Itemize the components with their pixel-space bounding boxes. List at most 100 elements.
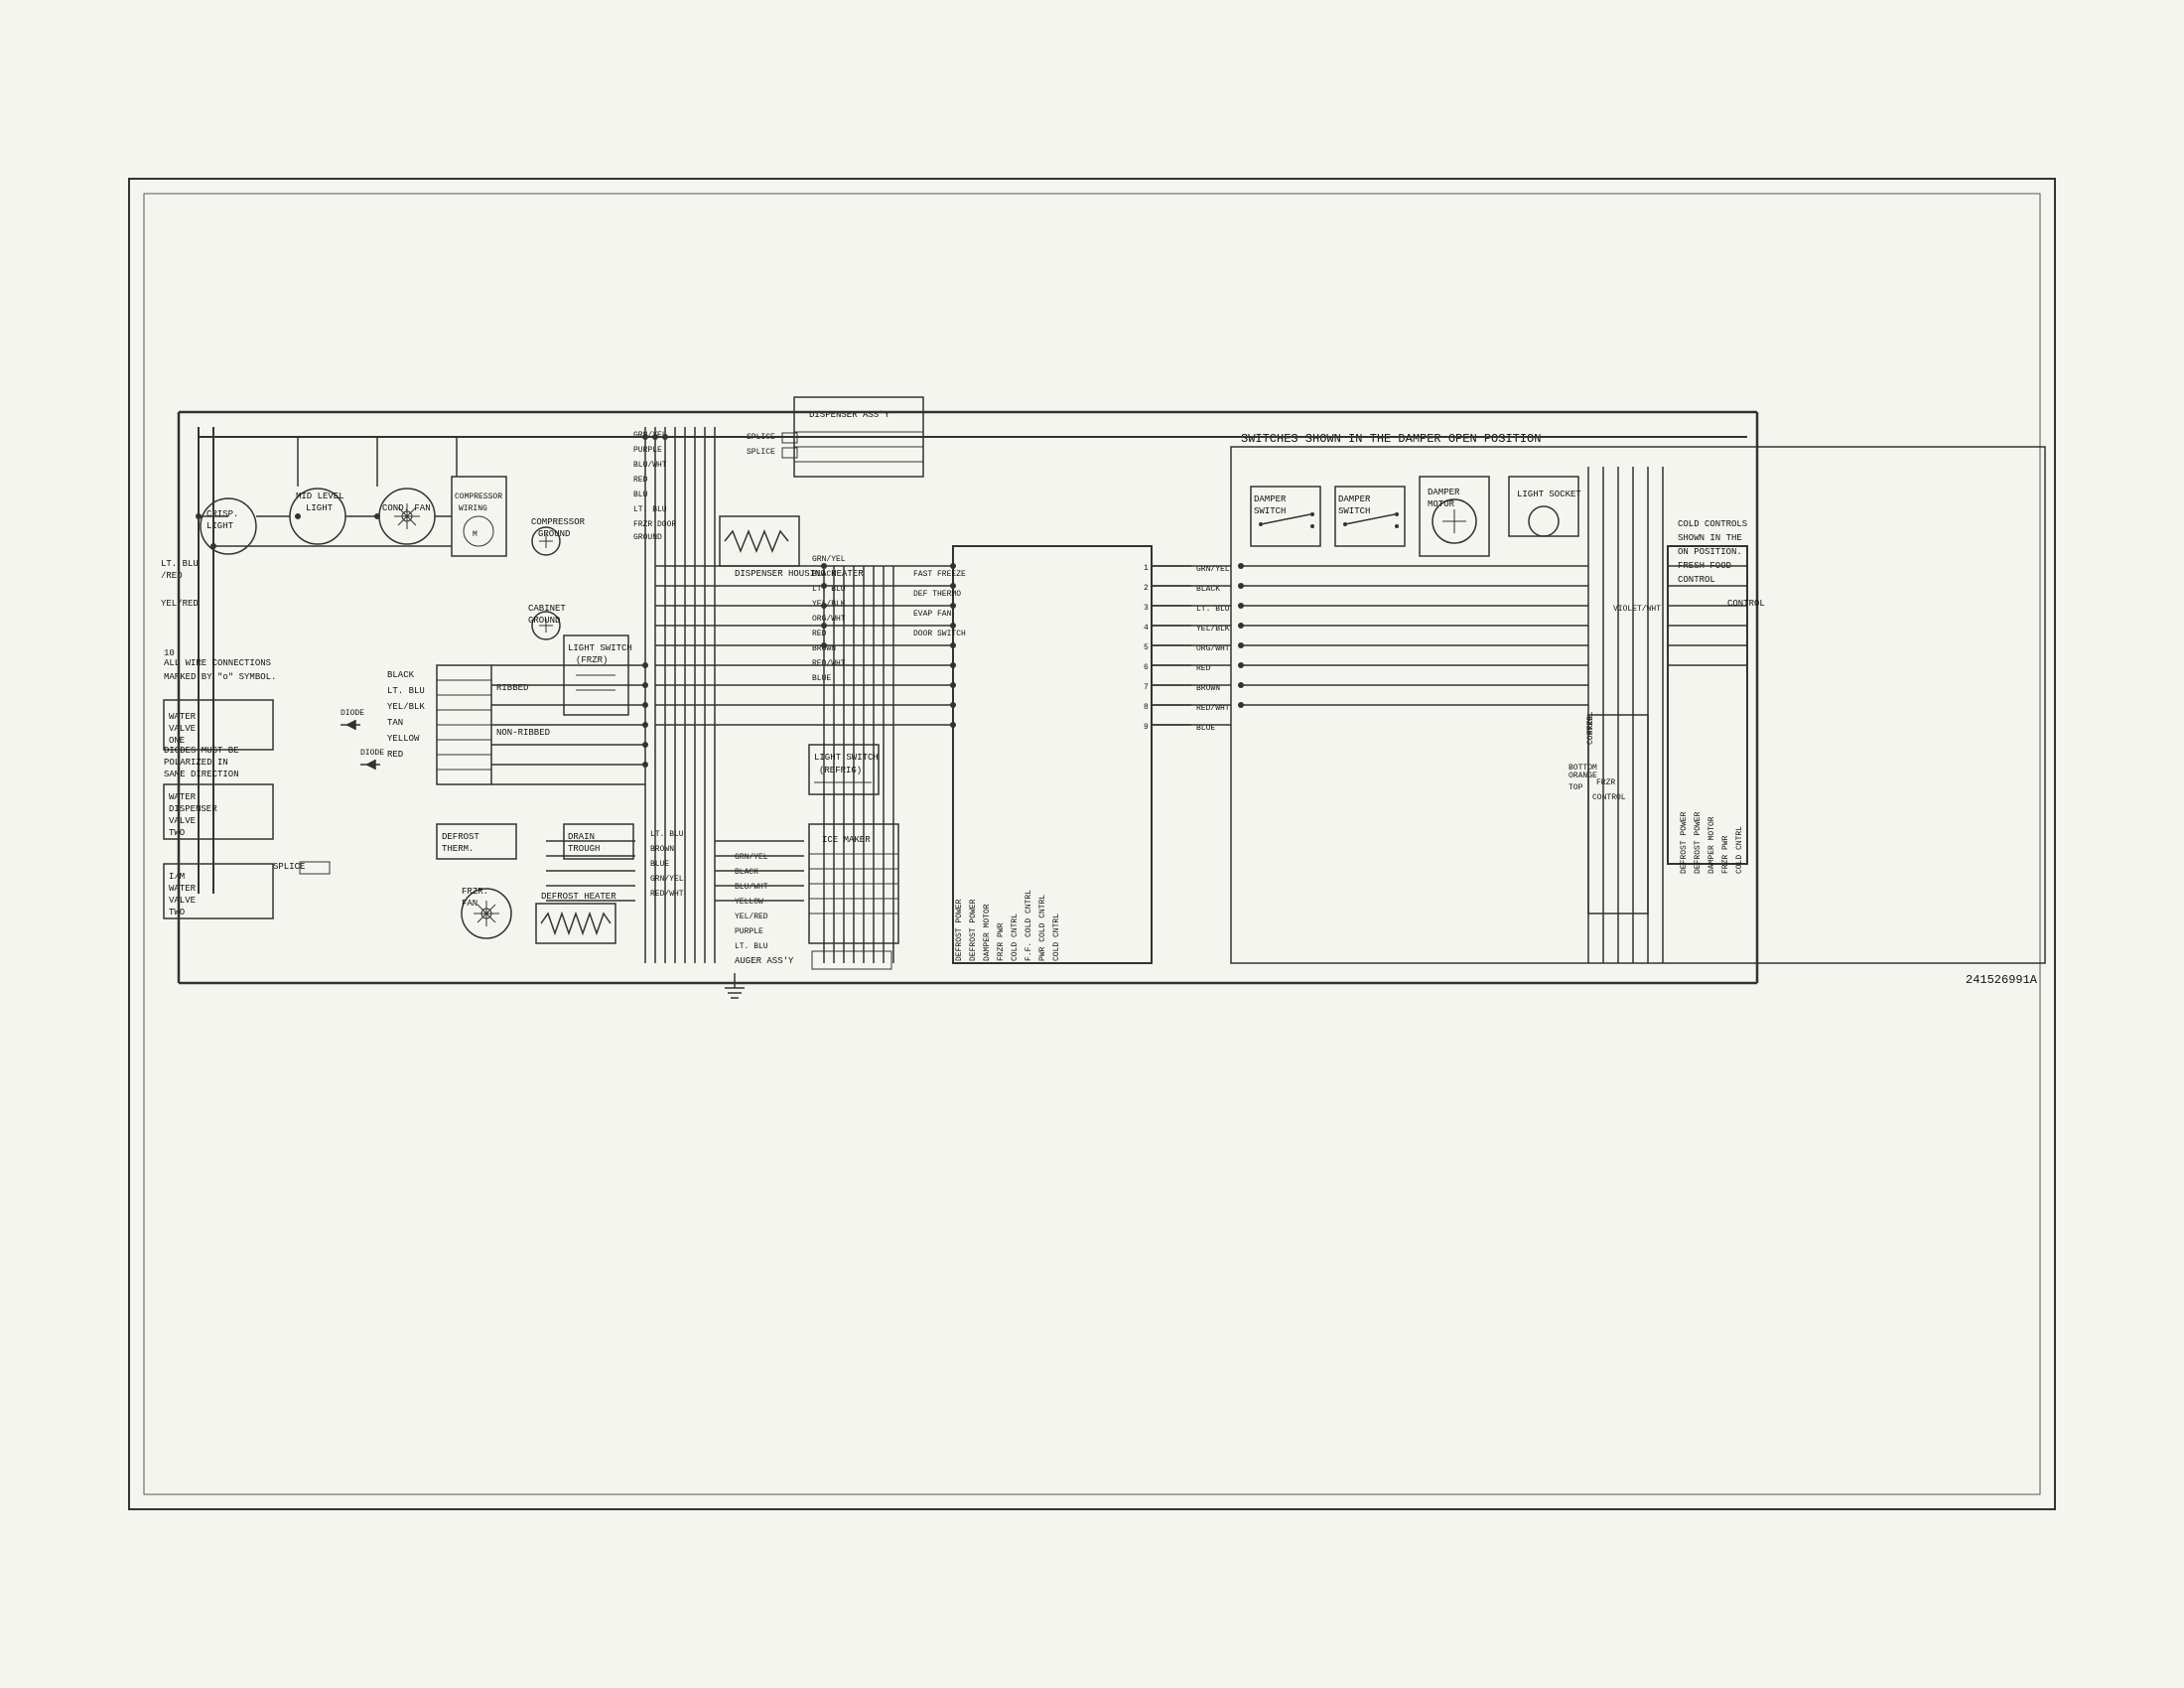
control-label: CONTROL (1727, 599, 1765, 609)
wire-blue-bot: BLUE (650, 860, 669, 869)
wire-yel-red-im: YEL/RED (735, 913, 768, 921)
non-ribbed-label: NON-RIBBED (496, 728, 550, 738)
wire-grn-yel-bot: GRN/YEL (650, 875, 684, 884)
compressor-label: COMPRESSOR (455, 492, 502, 501)
wire-tan: TAN (387, 718, 403, 728)
light-switch-frzr-label: LIGHT SWITCH (568, 643, 632, 653)
wire-frzr-ground2: GROUND (633, 533, 662, 542)
damper-motor-label: DAMPER (1428, 488, 1460, 497)
cold-controls-note: COLD CONTROLS (1678, 519, 1747, 529)
wire-grn-yel-c: GRN/YEL (812, 555, 846, 564)
wire-grn-yel-im: GRN/YEL (735, 853, 768, 862)
water-disp-valve-label2: DISPENSER (169, 804, 217, 814)
wire-violet-wht: VIOLET/WHT (1613, 605, 1661, 614)
wire-black: BLACK (387, 670, 415, 680)
im-water-valve-label3: VALVE (169, 896, 196, 906)
cb-door-switch: DOOR SWITCH (913, 630, 966, 638)
cold-controls-note3: ON POSITION. (1678, 547, 1742, 557)
diagram-wrapper: CRISP. LIGHT MID LEVEL LIGHT COND. FAN C… (99, 149, 2085, 1539)
splice-label-left: SPLICE (273, 862, 305, 872)
auger-assy-label: AUGER ASS'Y (735, 956, 794, 966)
wire-black-c: BLACK (812, 570, 836, 579)
cb-frzr-pwr: FRZR PWR (997, 922, 1006, 961)
pin-1: 1 (1144, 564, 1149, 573)
cb-defrost-power-r: DEFROST POWER (1680, 811, 1689, 874)
switches-note: SWITCHES SHOWN IN THE DAMPER OPEN POSITI… (1241, 432, 1541, 446)
wire-lt-blu-c: LT. BLU (387, 686, 425, 696)
wire-yellow: YELLOW (387, 734, 420, 744)
compressor-ground-label: COMPRESSOR (531, 517, 586, 527)
mid-level-light-label: MID LEVEL (296, 492, 344, 501)
wire-blu-d: BLU (633, 491, 648, 499)
light-socket-label: LIGHT SOCKET (1517, 490, 1581, 499)
damper-switch2-label2: SWITCH (1338, 506, 1370, 516)
wire-purple-im: PURPLE (735, 927, 763, 936)
water-valve-one-label3: ONE (169, 736, 185, 746)
diagram-container: CRISP. LIGHT MID LEVEL LIGHT COND. FAN C… (0, 0, 2184, 1688)
cb-cold-cntrl-r: COLD CNTRL (1735, 826, 1744, 874)
wire-black-im: BLACK (735, 868, 758, 877)
diodes-note3: SAME DIRECTION (164, 770, 239, 779)
orange-label: ORANGE (1569, 772, 1597, 780)
cb-frzr-pwr-r: FRZR PWR (1721, 835, 1730, 874)
pin-2: 2 (1144, 584, 1149, 593)
drain-trough-label2: TROUGH (568, 844, 600, 854)
wire-lt-blu-bot: LT. BLU (650, 830, 684, 839)
wire-purple-d: PURPLE (633, 446, 662, 455)
diodes-note: DIODES MUST BE (164, 746, 239, 756)
cb-damper-motor-r: DAMPER MOTOR (1707, 816, 1716, 874)
wiring-diagram-svg: CRISP. LIGHT MID LEVEL LIGHT COND. FAN C… (99, 149, 2085, 1539)
ice-maker-label: ICE MAKER (822, 835, 871, 845)
cb-fast-freeze: FAST FREEZE (913, 570, 966, 579)
light-switch-refrig-label2: (REFRIG) (819, 766, 862, 775)
wire-yel-blk-c: YEL/BLK (812, 600, 846, 609)
cb-defrost-power-r2: DEFROST POWER (1694, 811, 1703, 874)
damper-motor-label2: MOTOR (1428, 499, 1455, 509)
defrost-therm-label: DEFROST (442, 832, 479, 842)
wire-grn-yel-d: GRN/YEL (633, 431, 667, 440)
water-disp-valve-label4: TWO (169, 828, 185, 838)
water-disp-valve-label: WATER (169, 792, 197, 802)
wire-lt-blu-d: LT. BLU (633, 505, 667, 514)
diodes-note2: POLARIZED IN (164, 758, 228, 768)
crisp-light-label: CRISP. (206, 509, 238, 519)
frzr-fan-label: FRZR. (462, 887, 488, 897)
pin-5: 5 (1144, 643, 1149, 652)
cold-controls-note2: SHOWN IN THE (1678, 533, 1742, 543)
im-water-valve-label4: TWO (169, 908, 185, 917)
compressor-label2: WIRING (459, 504, 487, 513)
slice-label2: SPLICE (747, 448, 775, 457)
light-switch-refrig-label: LIGHT SWITCH (814, 753, 879, 763)
defrost-therm-label2: THERM. (442, 844, 474, 854)
wire-yellow-im: YELLOW (735, 898, 763, 907)
pin-9: 9 (1144, 723, 1149, 732)
crisp-light-label2: LIGHT (206, 521, 234, 531)
damper-switch1-label: DAMPER (1254, 494, 1287, 504)
water-valve-one-label: WATER (169, 712, 197, 722)
cb-damper-motor: DAMPER MOTOR (983, 904, 992, 961)
top-label: TOP (1569, 783, 1583, 792)
cb-pwr-cold-cntrl: PWR COLD CNTRL (1038, 895, 1047, 961)
wire-brown-bot: BROWN (650, 845, 674, 854)
light-switch-frzr-label2: (FRZR) (576, 655, 608, 665)
wire-lt-blu-im: LT. BLU (735, 942, 768, 951)
wire-red-wht-c: RED/WHT (812, 659, 846, 668)
pin-8: 8 (1144, 703, 1149, 712)
pin-7: 7 (1144, 683, 1149, 692)
im-water-valve-label: I/M (169, 872, 185, 882)
fresh-food-control-label2: CONTROL (1678, 575, 1715, 585)
wire-org-wht-c: ORG/WHT (812, 615, 846, 624)
cabinet-ground-label2: GROUND (528, 616, 560, 626)
wire-red-c: RED (387, 750, 403, 760)
diode-label1: DIODE (341, 709, 364, 718)
damper-switch2-label: DAMPER (1338, 494, 1371, 504)
cb-cold-cntrl: COLD CNTRL (1011, 914, 1020, 961)
water-disp-valve-label3: VALVE (169, 816, 196, 826)
wire-blu-wht-im: BLU/WHT (735, 883, 768, 892)
cb-cold-cntrl2: COLD CNTRL (1052, 914, 1061, 961)
wire-red-wht-bot: RED/WHT (650, 890, 684, 899)
cabinet-ground-label: CABINET (528, 604, 566, 614)
wire-yel-blk: YEL/BLK (387, 702, 425, 712)
wire-blue-c: BLUE (812, 674, 831, 683)
cb-defrost-power1: DEFROST POWER (955, 899, 964, 961)
